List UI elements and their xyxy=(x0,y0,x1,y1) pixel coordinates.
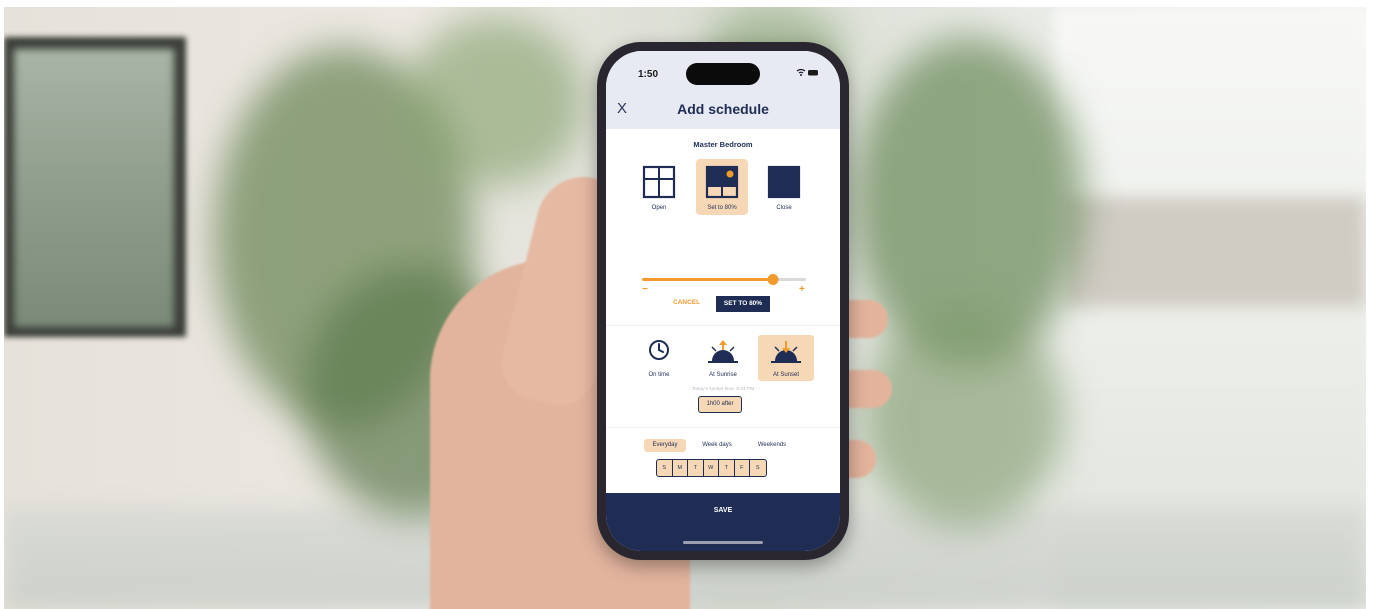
option-on-time[interactable]: On time xyxy=(631,335,687,381)
background-shelf xyxy=(1064,197,1366,307)
slider-thumb[interactable] xyxy=(767,274,779,285)
slider-fill xyxy=(642,278,774,281)
phone-screen: 1:50 X Add schedule Master Bedroom Open … xyxy=(606,51,840,551)
sunset-icon xyxy=(771,341,801,363)
dynamic-island xyxy=(686,63,760,85)
tab-week-days[interactable]: Week days xyxy=(695,439,739,452)
day-friday[interactable]: F xyxy=(735,460,750,476)
wifi-battery-icon xyxy=(796,68,818,76)
tab-weekends[interactable]: Weekends xyxy=(750,439,794,452)
time-option-label: At Sunrise xyxy=(709,372,737,378)
divider xyxy=(606,427,840,428)
page-title: Add schedule xyxy=(677,101,769,117)
option-set-to-80[interactable]: Set to 80% xyxy=(696,159,748,215)
clock-icon xyxy=(649,340,669,360)
save-bar: SAVE xyxy=(606,493,840,551)
phone: 1:50 X Add schedule Master Bedroom Open … xyxy=(597,42,849,560)
option-label: Close xyxy=(776,205,792,211)
day-picker: S M T W T F S xyxy=(656,459,767,477)
plant-foliage xyxy=(864,307,1064,527)
level-slider[interactable] xyxy=(642,274,806,285)
day-saturday[interactable]: S xyxy=(750,460,766,476)
top-bar: 1:50 X Add schedule xyxy=(606,51,840,129)
day-monday[interactable]: M xyxy=(673,460,688,476)
time-option-label: On time xyxy=(648,372,670,378)
cancel-button[interactable]: CANCEL xyxy=(673,299,700,306)
repeat-tabs: Everyday Week days Weekends xyxy=(606,439,840,453)
sunrise-icon xyxy=(708,340,738,363)
status-time: 1:50 xyxy=(638,69,659,80)
sunset-time-hint: Today's sunset time: 6:24 PM xyxy=(691,387,755,392)
status-icons xyxy=(796,68,820,80)
background-window-glass xyxy=(14,49,174,327)
option-open[interactable]: Open xyxy=(633,159,685,215)
option-at-sunrise[interactable]: At Sunrise xyxy=(695,335,751,381)
plant-foliage xyxy=(404,17,584,187)
divider xyxy=(606,325,840,326)
slider-minus[interactable]: − xyxy=(642,284,648,295)
home-indicator xyxy=(683,541,763,544)
tab-everyday[interactable]: Everyday xyxy=(644,439,686,452)
save-button[interactable]: SAVE xyxy=(606,507,840,514)
slider-plus[interactable]: + xyxy=(799,284,805,295)
option-label: Open xyxy=(651,205,667,211)
option-close[interactable]: Close xyxy=(758,159,810,215)
day-tuesday[interactable]: T xyxy=(688,460,704,476)
day-sunday[interactable]: S xyxy=(657,460,673,476)
option-label: Set to 80% xyxy=(707,205,737,211)
set-level-button[interactable]: SET TO 80% xyxy=(716,296,770,312)
day-thursday[interactable]: T xyxy=(719,460,735,476)
room-name: Master Bedroom xyxy=(693,140,753,149)
shade-partial-icon xyxy=(705,165,739,199)
day-wednesday[interactable]: W xyxy=(704,460,719,476)
offset-button[interactable]: 1h00 after xyxy=(698,396,742,413)
window-open-icon xyxy=(642,165,676,199)
option-at-sunset[interactable]: At Sunset xyxy=(758,335,814,381)
shade-closed-icon xyxy=(767,165,801,199)
time-option-label: At Sunset xyxy=(772,372,799,378)
